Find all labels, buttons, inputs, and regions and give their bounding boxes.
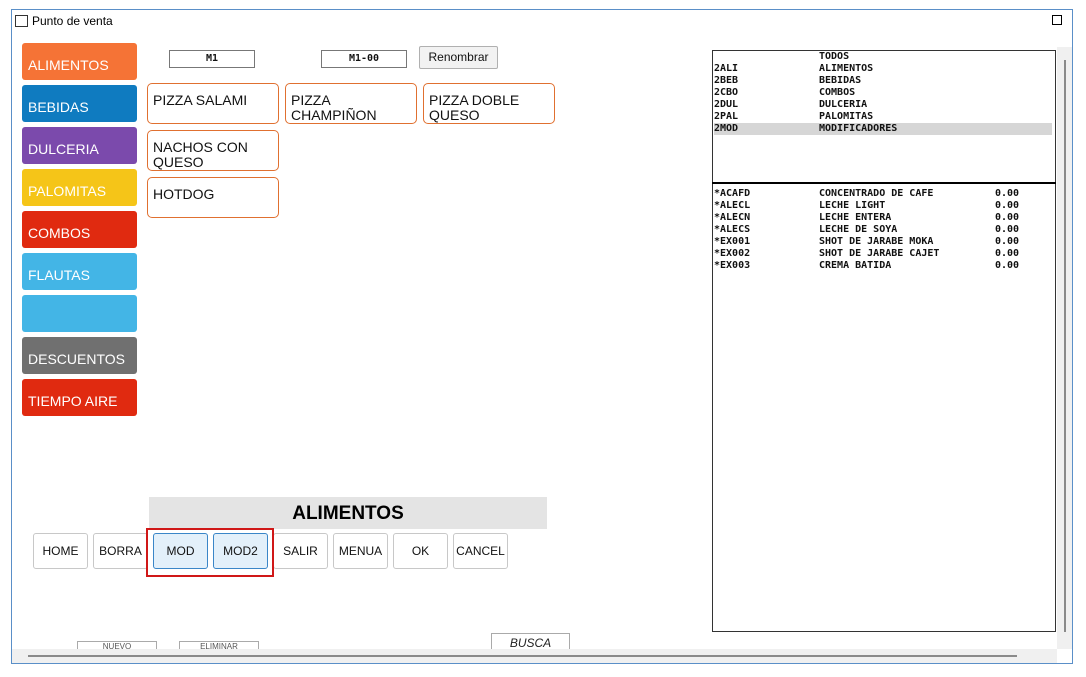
category-palomitas[interactable]: PALOMITAS [22,169,137,206]
category-combos[interactable]: COMBOS [22,211,137,248]
group-row[interactable]: 2PAL PALOMITAS [714,111,1052,123]
item-code: *ALECS [714,224,751,235]
product-hotdog[interactable]: HOTDOG [147,177,279,218]
group-row[interactable]: 2DUL DULCERIA [714,99,1052,111]
group-row[interactable]: 2BEB BEBIDAS [714,75,1052,87]
group-row[interactable]: TODOS [714,51,1052,63]
vertical-scroll-thumb[interactable] [1064,60,1066,632]
item-name: LECHE LIGHT [819,200,886,211]
item-name: CONCENTRADO DE CAFE [819,188,934,199]
section-title: ALIMENTOS [149,497,547,529]
product-pizza-doble-queso[interactable]: PIZZA DOBLE QUESO [423,83,555,124]
item-row[interactable]: *EX003 CREMA BATIDA 0.00 [714,260,1052,272]
item-name: SHOT DE JARABE MOKA [819,236,934,247]
home-button[interactable]: HOME [33,533,88,569]
group-name: PALOMITAS [819,111,874,122]
item-price: 0.00 [995,188,1020,199]
category-flautas[interactable]: FLAUTAS [22,253,137,290]
item-code: *EX002 [714,248,751,259]
item-code: *ACAFD [714,188,751,199]
group-name: DULCERIA [819,99,868,110]
item-row[interactable]: *ALECL LECHE LIGHT 0.00 [714,200,1052,212]
item-name: LECHE DE SOYA [819,224,898,235]
item-price: 0.00 [995,236,1020,247]
group-name: ALIMENTOS [819,63,874,74]
group-code: 2ALI [714,63,739,74]
menua-button[interactable]: MENUA [333,533,388,569]
item-row[interactable]: *ALECN LECHE ENTERA 0.00 [714,212,1052,224]
category-tiempo-aire[interactable]: TIEMPO AIRE [22,379,137,416]
category-bebidas[interactable]: BEBIDAS [22,85,137,122]
menu-name-field[interactable]: M1 [169,50,255,68]
group-name: MODIFICADORES [819,123,898,134]
item-price: 0.00 [995,200,1020,211]
item-name: CREMA BATIDA [819,260,892,271]
item-row[interactable]: *EX002 SHOT DE JARABE CAJET 0.00 [714,248,1052,260]
category-blank[interactable] [22,295,137,332]
product-nachos-con-queso[interactable]: NACHOS CON QUESO [147,130,279,171]
item-price: 0.00 [995,212,1020,223]
item-code: *ALECL [714,200,751,211]
item-row[interactable]: *ACAFD CONCENTRADO DE CAFE 0.00 [714,188,1052,200]
item-price: 0.00 [995,260,1020,271]
rename-button[interactable]: Renombrar [419,46,498,69]
group-name: BEBIDAS [819,75,862,86]
item-row[interactable]: *ALECS LECHE DE SOYA 0.00 [714,224,1052,236]
product-pizza-salami[interactable]: PIZZA SALAMI [147,83,279,124]
cancel-button[interactable]: CANCEL [453,533,508,569]
category-descuentos[interactable]: DESCUENTOS [22,337,137,374]
item-price: 0.00 [995,224,1020,235]
horizontal-scroll-thumb[interactable] [28,655,1017,657]
item-name: SHOT DE JARABE CAJET [819,248,940,259]
item-row[interactable]: *EX001 SHOT DE JARABE MOKA 0.00 [714,236,1052,248]
group-name: COMBOS [819,87,856,98]
category-alimentos[interactable]: ALIMENTOS [22,43,137,80]
group-code: 2MOD [714,123,739,134]
group-row[interactable]: 2ALI ALIMENTOS [714,63,1052,75]
item-code: *EX003 [714,260,751,271]
menu-code-field[interactable]: M1-00 [321,50,407,68]
product-pizza-champinon[interactable]: PIZZA CHAMPIÑON [285,83,417,124]
item-code: *EX001 [714,236,751,247]
list-divider [712,182,1056,184]
group-row-selected[interactable]: 2MOD MODIFICADORES [714,123,1052,135]
item-name: LECHE ENTERA [819,212,892,223]
borra-button[interactable]: BORRA [93,533,148,569]
group-list-panel [712,50,1056,632]
window-app-icon [15,15,28,27]
group-code: 2CBO [714,87,739,98]
group-name: TODOS [819,51,850,62]
group-code: 2PAL [714,111,739,122]
group-row[interactable]: 2CBO COMBOS [714,87,1052,99]
highlight-box [146,528,274,577]
maximize-icon[interactable] [1052,15,1062,25]
ok-button[interactable]: OK [393,533,448,569]
item-price: 0.00 [995,248,1020,259]
item-code: *ALECN [714,212,751,223]
group-code: 2BEB [714,75,739,86]
window-title: Punto de venta [32,14,113,28]
category-dulceria[interactable]: DULCERIA [22,127,137,164]
salir-button[interactable]: SALIR [273,533,328,569]
group-code: 2DUL [714,99,739,110]
